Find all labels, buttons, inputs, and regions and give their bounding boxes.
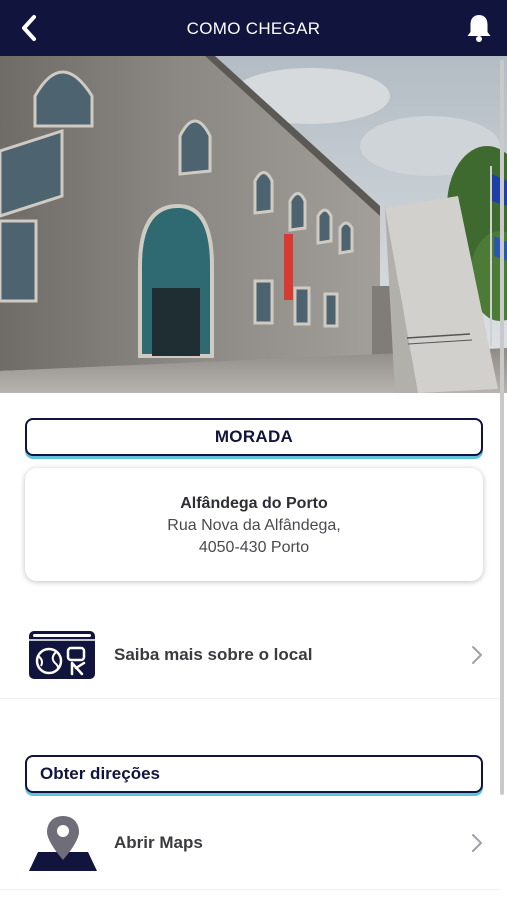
page-title: COMO CHEGAR	[186, 19, 321, 38]
web-browser-icon	[29, 631, 95, 679]
scrollbar[interactable]	[500, 60, 504, 795]
open-maps-label: Abrir Maps	[114, 833, 203, 852]
address-line-1: Rua Nova da Alfândega,	[167, 517, 341, 534]
chevron-right-icon	[472, 834, 482, 852]
open-maps-link[interactable]: Abrir Maps	[0, 800, 500, 890]
more-info-link[interactable]: Saiba mais sobre o local	[0, 611, 500, 699]
more-info-label: Saiba mais sobre o local	[114, 645, 313, 664]
bell-icon[interactable]	[463, 12, 495, 44]
address-card: Alfândega do Porto Rua Nova da Alfândega…	[25, 468, 483, 581]
top-bar: COMO CHEGAR	[0, 0, 507, 56]
chevron-right-icon	[472, 646, 482, 664]
building-photo	[0, 56, 507, 393]
directions-heading: Obter direções	[25, 755, 483, 793]
morada-heading: MORADA	[25, 418, 483, 456]
map-pin-icon	[29, 816, 97, 871]
address-line-2: 4050-430 Porto	[198, 539, 310, 556]
place-name: Alfândega do Porto	[180, 495, 328, 512]
